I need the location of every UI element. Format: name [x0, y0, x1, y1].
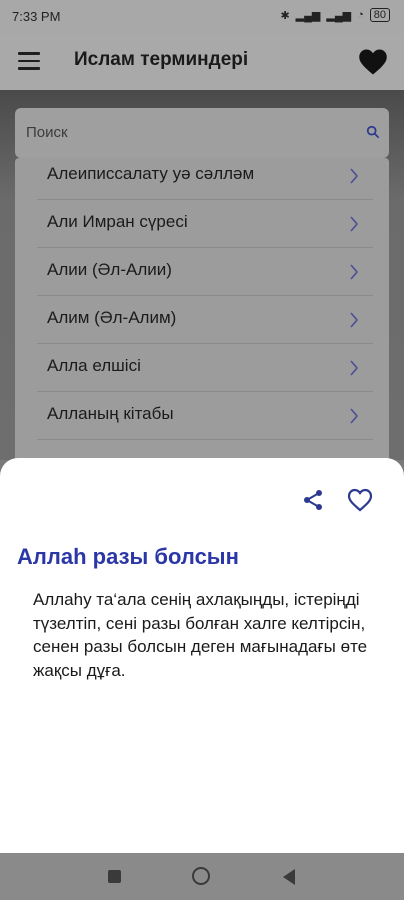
- chevron-right-icon: [350, 408, 359, 424]
- list-item-label: Алла елшісі: [47, 356, 141, 375]
- back-button[interactable]: [283, 869, 295, 885]
- signal-icon-2: ▂▄▆: [326, 9, 352, 22]
- share-icon[interactable]: [301, 488, 325, 512]
- chevron-right-icon: [350, 216, 359, 232]
- chevron-right-icon: [350, 312, 359, 328]
- term-definition: Аллаһу та‘ала сенің ахлақыңды, істеріңді…: [33, 590, 368, 680]
- list-item-label: Алим (Әл-Алим): [47, 308, 177, 327]
- status-icons: ✱ ▂▄▆ ▂▄▆ ◔ 80: [280, 8, 390, 22]
- chevron-right-icon: [350, 360, 359, 376]
- list-item[interactable]: Алим (Әл-Алим): [15, 296, 389, 344]
- chevron-right-icon: [350, 264, 359, 280]
- list-item[interactable]: Али Имран сүресі: [15, 200, 389, 248]
- favorites-heart-icon[interactable]: [358, 48, 388, 76]
- bluetooth-icon: ✱: [280, 9, 290, 22]
- wifi-icon: ◔: [357, 9, 364, 21]
- divider: [37, 439, 373, 440]
- search-box[interactable]: [15, 108, 389, 158]
- app-title: Ислам терминдері: [74, 49, 249, 70]
- list-item-label: Алеиписсалату уә сәлләм: [47, 164, 255, 183]
- list-item[interactable]: Алланың кітабы: [15, 392, 389, 440]
- menu-icon[interactable]: [18, 52, 40, 70]
- status-bar: 7:33 PM ✱ ▂▄▆ ▂▄▆ ◔ 80: [0, 0, 404, 34]
- home-button[interactable]: [192, 867, 210, 885]
- list-item[interactable]: Алии (Әл-Алии): [15, 248, 389, 296]
- recents-button[interactable]: [108, 870, 121, 883]
- main-content: Алеиписсалату уә сәлләм Али Имран сүресі…: [0, 90, 404, 468]
- list-item[interactable]: Алла елшісі: [15, 344, 389, 392]
- status-time: 7:33 PM: [12, 9, 61, 24]
- list-item-label: Алланың кітабы: [47, 404, 174, 423]
- heart-outline-icon[interactable]: [347, 488, 373, 512]
- signal-icon: ▂▄▆: [295, 9, 321, 22]
- term-title: Аллаһ разы болсын: [17, 544, 239, 569]
- search-icon[interactable]: [366, 125, 380, 139]
- chevron-right-icon: [350, 168, 359, 184]
- list-item-label: Алии (Әл-Алии): [47, 260, 172, 279]
- terms-list: Алеиписсалату уә сәлләм Али Имран сүресі…: [15, 158, 389, 468]
- battery-icon: 80: [369, 8, 390, 22]
- app-bar: Ислам терминдері: [0, 34, 404, 90]
- list-item-label: Али Имран сүресі: [47, 212, 188, 231]
- system-nav-bar: [0, 853, 404, 900]
- list-item[interactable]: Алеиписсалату уә сәлләм: [15, 158, 389, 200]
- search-input[interactable]: [24, 123, 348, 142]
- term-detail-sheet: Аллаһ разы болсын Аллаһу та‘ала сенің ах…: [0, 458, 404, 853]
